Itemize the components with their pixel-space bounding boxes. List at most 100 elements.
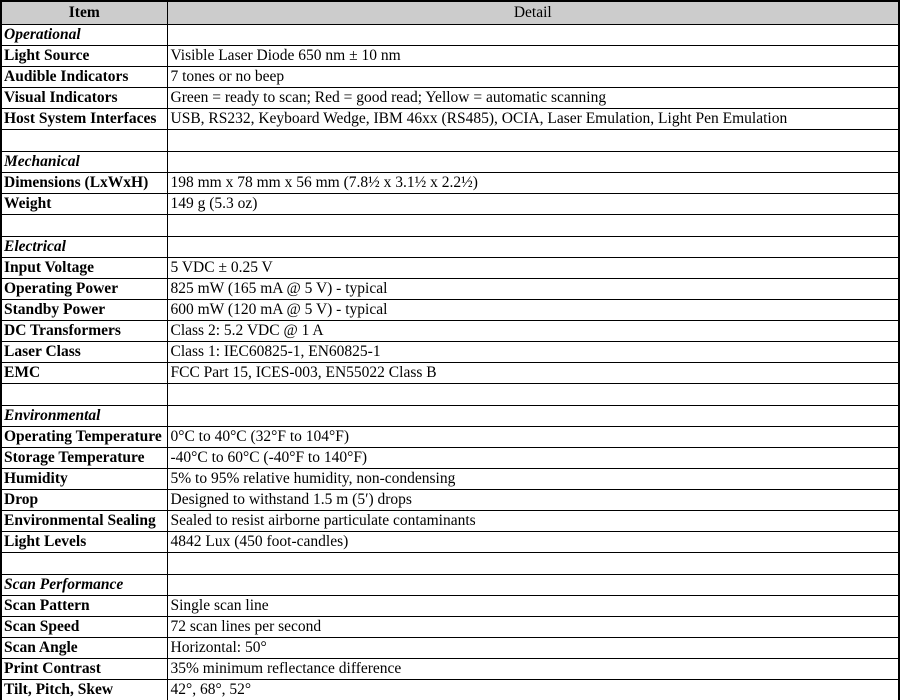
detail-value xyxy=(166,574,900,596)
section-header-row: Operational xyxy=(0,24,900,46)
detail-value: 7 tones or no beep xyxy=(166,66,900,88)
table-row: EMC FCC Part 15, ICES-003, EN55022 Class … xyxy=(0,362,900,384)
item-label xyxy=(0,552,168,575)
table-row: Tilt, Pitch, Skew 42°, 68°, 52° xyxy=(0,679,900,700)
item-label: DC Transformers xyxy=(0,320,168,342)
detail-value: 5% to 95% relative humidity, non-condens… xyxy=(166,468,900,490)
spacer-row xyxy=(0,552,900,575)
section-label: Environmental xyxy=(0,405,168,427)
detail-value xyxy=(166,552,900,575)
table-row: Weight 149 g (5.3 oz) xyxy=(0,193,900,215)
detail-value: 35% minimum reflectance difference xyxy=(166,658,900,680)
detail-value: 600 mW (120 mA @ 5 V) - typical xyxy=(166,299,900,321)
detail-value xyxy=(166,24,900,46)
column-header-detail: Detail xyxy=(166,0,900,25)
detail-value: Class 2: 5.2 VDC @ 1 A xyxy=(166,320,900,342)
detail-value: 825 mW (165 mA @ 5 V) - typical xyxy=(166,278,900,300)
item-label: Operating Power xyxy=(0,278,168,300)
section-header-row: Scan Performance xyxy=(0,574,900,596)
detail-value xyxy=(166,214,900,237)
detail-value: USB, RS232, Keyboard Wedge, IBM 46xx (RS… xyxy=(166,108,900,130)
table-row: Storage Temperature -40°C to 60°C (-40°F … xyxy=(0,447,900,469)
table-row: Print Contrast 35% minimum reflectance di… xyxy=(0,658,900,680)
table-row: Laser Class Class 1: IEC60825-1, EN60825-… xyxy=(0,341,900,363)
item-label: Audible Indicators xyxy=(0,66,168,88)
section-label: Mechanical xyxy=(0,151,168,173)
specifications-table: Item Detail Operational Light Source Visib… xyxy=(0,0,900,700)
table-row: Standby Power 600 mW (120 mA @ 5 V) - typ… xyxy=(0,299,900,321)
section-header-row: Environmental xyxy=(0,405,900,427)
detail-value: 4842 Lux (450 foot-candles) xyxy=(166,531,900,553)
table-row: Light Levels 4842 Lux (450 foot-candles) xyxy=(0,531,900,553)
table-row: Operating Temperature 0°C to 40°C (32°F t… xyxy=(0,426,900,448)
table-row: Dimensions (LxWxH) 198 mm x 78 mm x 56 mm… xyxy=(0,172,900,194)
item-label: Tilt, Pitch, Skew xyxy=(0,679,168,700)
table-row: Drop Designed to withstand 1.5 m (5′) dro… xyxy=(0,489,900,511)
detail-value: Single scan line xyxy=(166,595,900,617)
section-header-row: Electrical xyxy=(0,236,900,258)
detail-value: Designed to withstand 1.5 m (5′) drops xyxy=(166,489,900,511)
item-label: Drop xyxy=(0,489,168,511)
item-label: Humidity xyxy=(0,468,168,490)
item-label: Light Levels xyxy=(0,531,168,553)
section-label: Scan Performance xyxy=(0,574,168,596)
item-label: Dimensions (LxWxH) xyxy=(0,172,168,194)
item-label xyxy=(0,129,168,152)
detail-value: 198 mm x 78 mm x 56 mm (7.8½ x 3.1½ x 2.… xyxy=(166,172,900,194)
detail-value: 0°C to 40°C (32°F to 104°F) xyxy=(166,426,900,448)
detail-value: Sealed to resist airborne particulate co… xyxy=(166,510,900,532)
section-label: Electrical xyxy=(0,236,168,258)
item-label: Scan Angle xyxy=(0,637,168,659)
table-row: Light Source Visible Laser Diode 650 nm ±… xyxy=(0,45,900,67)
table-row: Scan Speed 72 scan lines per second xyxy=(0,616,900,638)
item-label: Input Voltage xyxy=(0,257,168,279)
section-header-row: Mechanical xyxy=(0,151,900,173)
item-label: Scan Speed xyxy=(0,616,168,638)
item-label: EMC xyxy=(0,362,168,384)
table-row: Environmental Sealing Sealed to resist ai… xyxy=(0,510,900,532)
item-label: Visual Indicators xyxy=(0,87,168,109)
detail-value: Horizontal: 50° xyxy=(166,637,900,659)
detail-value: Class 1: IEC60825-1, EN60825-1 xyxy=(166,341,900,363)
item-label: Environmental Sealing xyxy=(0,510,168,532)
detail-value: -40°C to 60°C (-40°F to 140°F) xyxy=(166,447,900,469)
item-label xyxy=(0,214,168,237)
item-label: Standby Power xyxy=(0,299,168,321)
item-label: Light Source xyxy=(0,45,168,67)
table-row: Operating Power 825 mW (165 mA @ 5 V) - t… xyxy=(0,278,900,300)
item-label: Scan Pattern xyxy=(0,595,168,617)
table-row: Scan Pattern Single scan line xyxy=(0,595,900,617)
table-header: Item Detail xyxy=(0,0,900,25)
table-row: Host System Interfaces USB, RS232, Keyboa… xyxy=(0,108,900,130)
item-label xyxy=(0,383,168,406)
detail-value: 42°, 68°, 52° xyxy=(166,679,900,700)
detail-value: 149 g (5.3 oz) xyxy=(166,193,900,215)
table-row: Scan Angle Horizontal: 50° xyxy=(0,637,900,659)
detail-value: FCC Part 15, ICES-003, EN55022 Class B xyxy=(166,362,900,384)
detail-value: 72 scan lines per second xyxy=(166,616,900,638)
detail-value xyxy=(166,405,900,427)
item-label: Operating Temperature xyxy=(0,426,168,448)
section-label: Operational xyxy=(0,24,168,46)
table-body: Operational Light Source Visible Laser Dio… xyxy=(0,24,900,700)
spacer-row xyxy=(0,129,900,152)
item-label: Weight xyxy=(0,193,168,215)
table-row: Input Voltage 5 VDC ± 0.25 V xyxy=(0,257,900,279)
table-row: Audible Indicators 7 tones or no beep xyxy=(0,66,900,88)
table-row: Visual Indicators Green = ready to scan; … xyxy=(0,87,900,109)
detail-value xyxy=(166,236,900,258)
item-label: Print Contrast xyxy=(0,658,168,680)
detail-value: Green = ready to scan; Red = good read; … xyxy=(166,87,900,109)
item-label: Laser Class xyxy=(0,341,168,363)
item-label: Storage Temperature xyxy=(0,447,168,469)
spacer-row xyxy=(0,383,900,406)
table-row: DC Transformers Class 2: 5.2 VDC @ 1 A xyxy=(0,320,900,342)
detail-value: 5 VDC ± 0.25 V xyxy=(166,257,900,279)
detail-value xyxy=(166,151,900,173)
spacer-row xyxy=(0,214,900,237)
detail-value xyxy=(166,129,900,152)
detail-value xyxy=(166,383,900,406)
table-header-row: Item Detail xyxy=(0,0,900,25)
detail-value: Visible Laser Diode 650 nm ± 10 nm xyxy=(166,45,900,67)
item-label: Host System Interfaces xyxy=(0,108,168,130)
